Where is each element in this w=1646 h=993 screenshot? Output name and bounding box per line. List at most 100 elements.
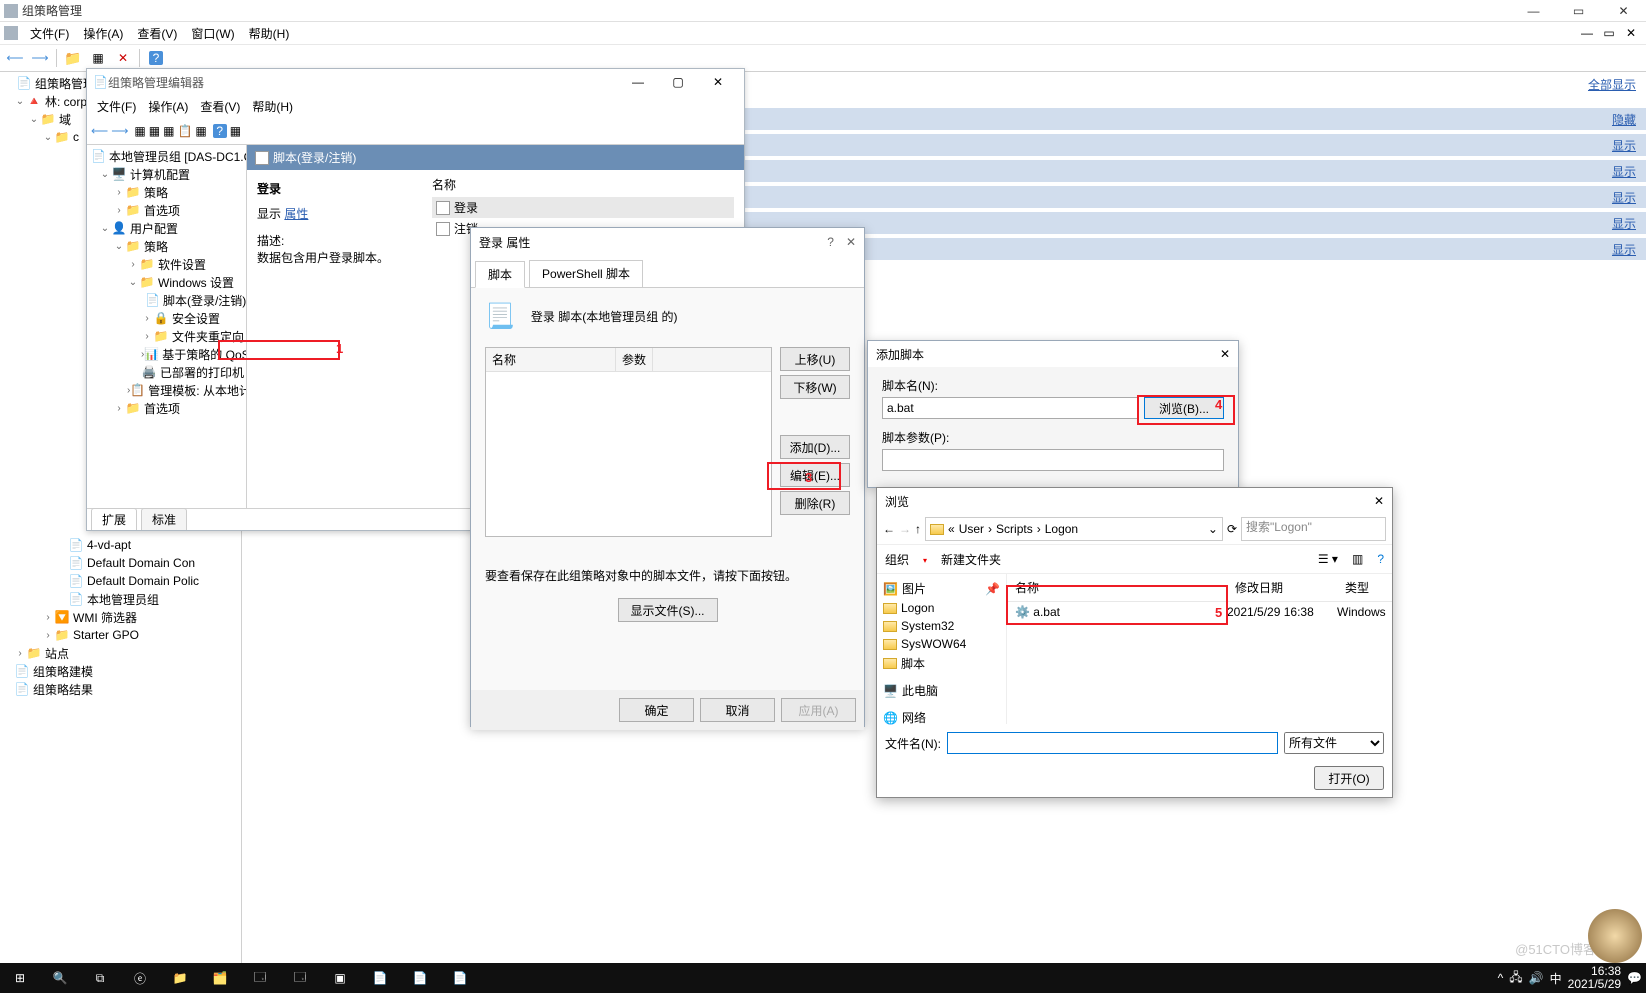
child-close[interactable]: ✕ bbox=[1620, 26, 1642, 40]
editor-tb-btn[interactable]: ▦ bbox=[163, 124, 174, 138]
tab-script[interactable]: 脚本 bbox=[475, 261, 525, 288]
editor-tb-btn[interactable]: ▦ bbox=[230, 124, 241, 138]
view-button[interactable]: ☰ ▾ bbox=[1318, 552, 1338, 566]
script-login-item[interactable]: 登录 bbox=[432, 197, 734, 218]
nav-system32[interactable]: System32 bbox=[881, 617, 1002, 635]
close-button[interactable]: ✕ bbox=[846, 235, 856, 249]
col-name[interactable]: 名称 bbox=[1007, 577, 1227, 598]
start-button[interactable]: ⊞ bbox=[0, 963, 40, 993]
btn-edit[interactable]: 编辑(E)... bbox=[780, 463, 850, 487]
menu-help[interactable]: 帮助(H) bbox=[243, 23, 296, 44]
forward-button[interactable]: → bbox=[899, 522, 911, 536]
editor-menu-file[interactable]: 文件(F) bbox=[91, 96, 142, 117]
btn-showfiles[interactable]: 显示文件(S)... bbox=[618, 598, 718, 622]
nav-pictures[interactable]: 🖼️图片📌 bbox=[881, 578, 1002, 599]
tree-item[interactable]: 📄Default Domain Polic bbox=[0, 572, 241, 590]
script-list[interactable]: 名称 参数 bbox=[485, 347, 772, 537]
editor-menu-help[interactable]: 帮助(H) bbox=[246, 96, 299, 117]
close-button[interactable]: ✕ bbox=[1601, 0, 1646, 22]
taskbar-app[interactable]: 🗔 bbox=[240, 963, 280, 993]
file-row[interactable]: ⚙️ a.bat 2021/5/29 16:38 Windows bbox=[1007, 602, 1392, 622]
et-admin[interactable]: ›📋管理模板: 从本地计算 bbox=[87, 381, 246, 399]
folder-button[interactable] bbox=[62, 47, 84, 69]
tray-network-icon[interactable]: 🖧 bbox=[1509, 968, 1522, 989]
btn-down[interactable]: 下移(W) bbox=[780, 375, 850, 399]
et-printers[interactable]: 🖨️已部署的打印机 bbox=[87, 363, 246, 381]
ok-button[interactable]: 确定 bbox=[619, 698, 694, 722]
new-folder-button[interactable]: 新建文件夹 bbox=[941, 551, 1001, 568]
menu-action[interactable]: 操作(A) bbox=[77, 23, 129, 44]
editor-tb-btn[interactable]: ▦ bbox=[134, 124, 145, 138]
editor-menu-view[interactable]: 查看(V) bbox=[194, 96, 246, 117]
preview-button[interactable]: ▥ bbox=[1352, 552, 1363, 566]
et-user[interactable]: ⌄👤用户配置 bbox=[87, 219, 246, 237]
tree-item[interactable]: 📄本地管理员组 bbox=[0, 590, 241, 608]
et-root[interactable]: 📄本地管理员组 [DAS-DC1.CORP bbox=[87, 147, 246, 165]
tree-results[interactable]: 📄组策略结果 bbox=[0, 680, 241, 698]
taskbar-app[interactable]: 📄 bbox=[400, 963, 440, 993]
close-button[interactable]: ✕ bbox=[1220, 347, 1230, 361]
nav-scripts[interactable]: 脚本 bbox=[881, 653, 1002, 674]
editor-tb-btn[interactable]: 📋 bbox=[177, 124, 192, 138]
et-scripts[interactable]: 📄脚本(登录/注销) bbox=[87, 291, 246, 309]
btn-up[interactable]: 上移(U) bbox=[780, 347, 850, 371]
help-button[interactable]: ? bbox=[827, 235, 834, 249]
back-button[interactable] bbox=[4, 47, 26, 69]
tree-item[interactable]: 📄Default Domain Con bbox=[0, 554, 241, 572]
tree-item[interactable]: 📄4-vd-apt bbox=[0, 536, 241, 554]
breadcrumb[interactable]: « User › Scripts › Logon ⌄ bbox=[925, 517, 1223, 541]
et-folder[interactable]: ›📁文件夹重定向 bbox=[87, 327, 246, 345]
browse-button[interactable]: 浏览(B)... bbox=[1144, 397, 1224, 419]
tray-expand[interactable]: ^ bbox=[1498, 971, 1504, 985]
editor-menu-action[interactable]: 操作(A) bbox=[142, 96, 194, 117]
et-policy[interactable]: ›📁策略 bbox=[87, 183, 246, 201]
taskbar-app[interactable]: 📄 bbox=[360, 963, 400, 993]
editor-minimize[interactable]: — bbox=[618, 75, 658, 89]
menu-view[interactable]: 查看(V) bbox=[131, 23, 183, 44]
taskbar-app[interactable]: 🗂️ bbox=[200, 963, 240, 993]
window-button[interactable]: ▦ bbox=[87, 47, 109, 69]
et-pref[interactable]: ›📁首选项 bbox=[87, 201, 246, 219]
editor-forward[interactable] bbox=[111, 124, 128, 138]
editor-help[interactable] bbox=[213, 124, 227, 138]
taskbar-app[interactable]: 📄 bbox=[440, 963, 480, 993]
clock-date[interactable]: 2021/5/29 bbox=[1568, 978, 1621, 991]
tree-sites[interactable]: ›📁站点 bbox=[0, 644, 241, 662]
close-button[interactable]: ✕ bbox=[1374, 494, 1384, 508]
et-security[interactable]: ›🔒安全设置 bbox=[87, 309, 246, 327]
search-button[interactable]: 🔍 bbox=[40, 963, 80, 993]
back-button[interactable]: ← bbox=[883, 522, 895, 536]
organize-menu[interactable]: 组织 bbox=[885, 551, 909, 568]
tab-ext[interactable]: 扩展 bbox=[91, 508, 137, 530]
nav-logon[interactable]: Logon bbox=[881, 599, 1002, 617]
minimize-button[interactable]: — bbox=[1511, 0, 1556, 22]
et-software[interactable]: ›📁软件设置 bbox=[87, 255, 246, 273]
script-name-input[interactable] bbox=[882, 397, 1138, 419]
refresh-button[interactable]: ⟳ bbox=[1227, 522, 1237, 536]
filename-input[interactable] bbox=[947, 732, 1278, 754]
apply-button[interactable]: 应用(A) bbox=[781, 698, 856, 722]
editor-tb-btn[interactable]: ▦ bbox=[195, 124, 206, 138]
tree-modeling[interactable]: 📄组策略建模 bbox=[0, 662, 241, 680]
et-pref2[interactable]: ›📁首选项 bbox=[87, 399, 246, 417]
nav-syswow64[interactable]: SysWOW64 bbox=[881, 635, 1002, 653]
file-filter[interactable]: 所有文件 bbox=[1284, 732, 1384, 754]
tab-powershell[interactable]: PowerShell 脚本 bbox=[529, 260, 643, 287]
menu-window[interactable]: 窗口(W) bbox=[185, 23, 240, 44]
btn-add[interactable]: 添加(D)... bbox=[780, 435, 850, 459]
nav-network[interactable]: 🌐网络 bbox=[881, 707, 1002, 728]
help-button[interactable] bbox=[145, 47, 167, 69]
forward-button[interactable] bbox=[29, 47, 51, 69]
open-button[interactable]: 打开(O) bbox=[1314, 766, 1384, 790]
taskbar-app[interactable]: 🗔 bbox=[280, 963, 320, 993]
editor-maximize[interactable]: ▢ bbox=[658, 75, 698, 89]
editor-back[interactable] bbox=[91, 124, 108, 138]
properties-link[interactable]: 属性 bbox=[284, 207, 308, 221]
cancel-button[interactable]: 取消 bbox=[700, 698, 775, 722]
delete-button[interactable] bbox=[112, 47, 134, 69]
col-date[interactable]: 修改日期 bbox=[1227, 577, 1337, 598]
tab-std[interactable]: 标准 bbox=[141, 508, 187, 530]
tray-ime-icon[interactable]: 中 bbox=[1550, 970, 1562, 987]
taskbar-app[interactable]: ▣ bbox=[320, 963, 360, 993]
et-qos[interactable]: ›📊基于策略的 QoS bbox=[87, 345, 246, 363]
